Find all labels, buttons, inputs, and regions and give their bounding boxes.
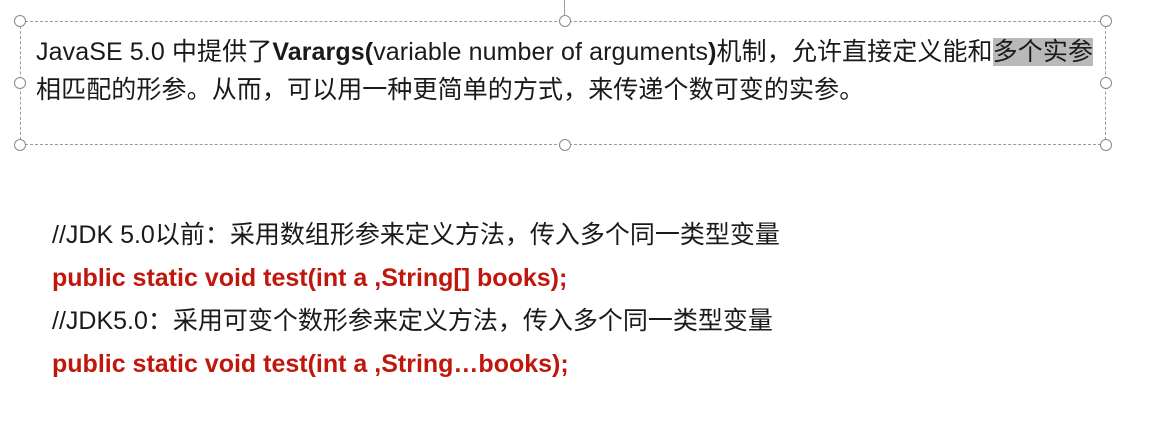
resize-handle-middle-left[interactable] xyxy=(14,77,26,89)
desc-bold-paren: ) xyxy=(708,38,717,66)
resize-handle-middle-right[interactable] xyxy=(1100,77,1112,89)
code-comment-before-jdk5: //JDK 5.0以前：采用数组形参来定义方法，传入多个同一类型变量 xyxy=(52,221,780,249)
desc-text-1: JavaSE 5.0 中提供了 xyxy=(36,38,273,66)
resize-handle-top-right[interactable] xyxy=(1100,15,1112,27)
varargs-description[interactable]: JavaSE 5.0 中提供了Varargs(variable number o… xyxy=(36,33,1098,109)
code-signature-varargs: public static void test(int a ,String…bo… xyxy=(52,350,569,378)
resize-handle-bottom-center[interactable] xyxy=(559,139,571,151)
desc-bold-varargs: Varargs( xyxy=(272,38,374,66)
code-comment-jdk5: //JDK5.0：采用可变个数形参来定义方法，传入多个同一类型变量 xyxy=(52,307,773,335)
resize-handle-top-center[interactable] xyxy=(559,15,571,27)
code-signature-array: public static void test(int a ,String[] … xyxy=(52,264,568,292)
desc-text-2: 机制，允许直接定义能和 xyxy=(716,38,993,66)
resize-handle-bottom-right[interactable] xyxy=(1100,139,1112,151)
desc-text-3: 相匹配的形参。从而，可以用一种更简单的方式，来传递个数可变的实参。 xyxy=(36,76,865,104)
selected-text-highlight[interactable]: 多个实参 xyxy=(992,38,1094,66)
resize-handle-bottom-left[interactable] xyxy=(14,139,26,151)
code-example: //JDK 5.0以前：采用数组形参来定义方法，传入多个同一类型变量 publi… xyxy=(52,214,780,386)
desc-text-variable-number: variable number of arguments xyxy=(373,38,709,66)
resize-handle-top-left[interactable] xyxy=(14,15,26,27)
